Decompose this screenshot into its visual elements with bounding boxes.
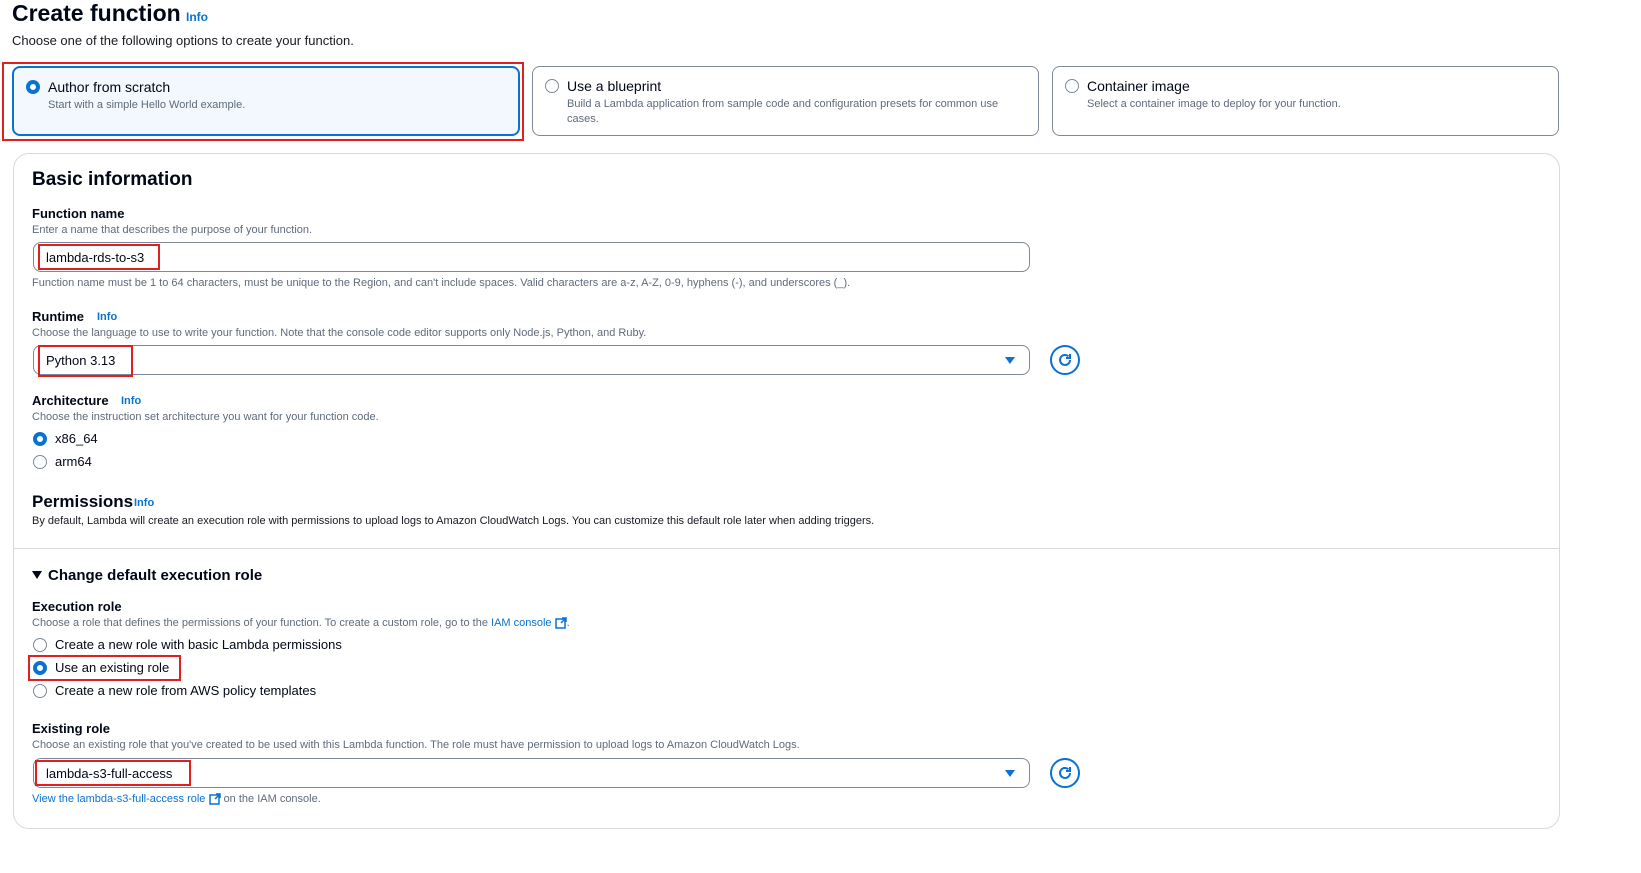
view-role-line: View the lambda-s3-full-access role on t… bbox=[32, 793, 321, 805]
external-link-icon bbox=[208, 793, 221, 805]
execution-role-desc: Choose a role that defines the permissio… bbox=[32, 617, 570, 629]
basic-info-heading: Basic information bbox=[32, 169, 193, 190]
view-role-link[interactable]: View the lambda-s3-full-access role bbox=[32, 793, 205, 805]
highlight-box bbox=[35, 760, 191, 786]
expander-toggle[interactable]: Change default execution role bbox=[32, 567, 262, 585]
function-name-label: Function name bbox=[32, 206, 125, 221]
option-title: Container image bbox=[1087, 78, 1190, 94]
expander-label: Change default execution role bbox=[48, 567, 263, 584]
policy-template-role-radio[interactable] bbox=[33, 684, 47, 698]
function-name-hint: Function name must be 1 to 64 characters… bbox=[32, 277, 851, 289]
runtime-info-link[interactable]: Info bbox=[97, 311, 117, 323]
highlight-box bbox=[2, 62, 524, 141]
policy-template-role-label: Create a new role from AWS policy templa… bbox=[55, 683, 317, 698]
execution-role-desc-text: Choose a role that defines the permissio… bbox=[32, 617, 488, 629]
view-role-suffix: on the IAM console. bbox=[223, 793, 321, 805]
execution-role-label: Execution role bbox=[32, 599, 122, 614]
refresh-roles-icon[interactable] bbox=[1050, 758, 1080, 788]
option-desc: Build a Lambda application from sample c… bbox=[567, 98, 999, 125]
chevron-down-icon bbox=[1005, 357, 1015, 364]
option-use-blueprint[interactable]: Use a blueprint Build a Lambda applicati… bbox=[532, 66, 1039, 136]
use-blueprint-radio[interactable] bbox=[545, 79, 559, 93]
chevron-down-icon bbox=[1005, 770, 1015, 777]
title-info-link[interactable]: Info bbox=[186, 10, 208, 24]
iam-console-link[interactable]: IAM console bbox=[491, 617, 552, 629]
option-desc: Select a container image to deploy for y… bbox=[1087, 98, 1341, 110]
page-subtitle: Choose one of the following options to c… bbox=[12, 33, 354, 48]
architecture-info-link[interactable]: Info bbox=[121, 395, 141, 407]
option-title: Use a blueprint bbox=[567, 78, 662, 94]
permissions-desc: By default, Lambda will create an execut… bbox=[32, 515, 875, 527]
section-divider bbox=[13, 548, 1560, 549]
architecture-desc: Choose the instruction set architecture … bbox=[32, 411, 379, 423]
runtime-select[interactable]: Python 3.13 bbox=[33, 345, 1030, 375]
option-container-image[interactable]: Container image Select a container image… bbox=[1052, 66, 1559, 136]
function-name-desc: Enter a name that describes the purpose … bbox=[32, 224, 313, 236]
x86-64-radio[interactable] bbox=[33, 432, 47, 446]
page-title: Create function bbox=[12, 0, 181, 26]
container-image-radio[interactable] bbox=[1065, 79, 1079, 93]
caret-down-icon bbox=[32, 570, 42, 579]
execution-role-desc-end: . bbox=[566, 617, 570, 629]
architecture-label: Architecture bbox=[32, 393, 109, 408]
permissions-heading: Permissions bbox=[32, 492, 134, 511]
runtime-desc: Choose the language to use to write your… bbox=[32, 327, 647, 339]
highlight-box bbox=[38, 345, 133, 377]
runtime-label: Runtime bbox=[32, 309, 84, 324]
arm64-radio[interactable] bbox=[33, 455, 47, 469]
create-basic-role-radio[interactable] bbox=[33, 638, 47, 652]
existing-role-label: Existing role bbox=[32, 721, 111, 736]
permissions-info-link[interactable]: Info bbox=[134, 497, 154, 509]
external-link-icon bbox=[554, 617, 567, 629]
highlight-box bbox=[28, 655, 181, 681]
arm64-label: arm64 bbox=[55, 454, 92, 469]
x86-64-label: x86_64 bbox=[55, 431, 98, 446]
refresh-runtime-icon[interactable] bbox=[1050, 345, 1080, 375]
highlight-box bbox=[38, 244, 160, 270]
existing-role-desc: Choose an existing role that you've crea… bbox=[32, 739, 800, 751]
function-name-input[interactable]: lambda-rds-to-s3 bbox=[33, 242, 1030, 272]
create-basic-role-label: Create a new role with basic Lambda perm… bbox=[55, 637, 342, 652]
